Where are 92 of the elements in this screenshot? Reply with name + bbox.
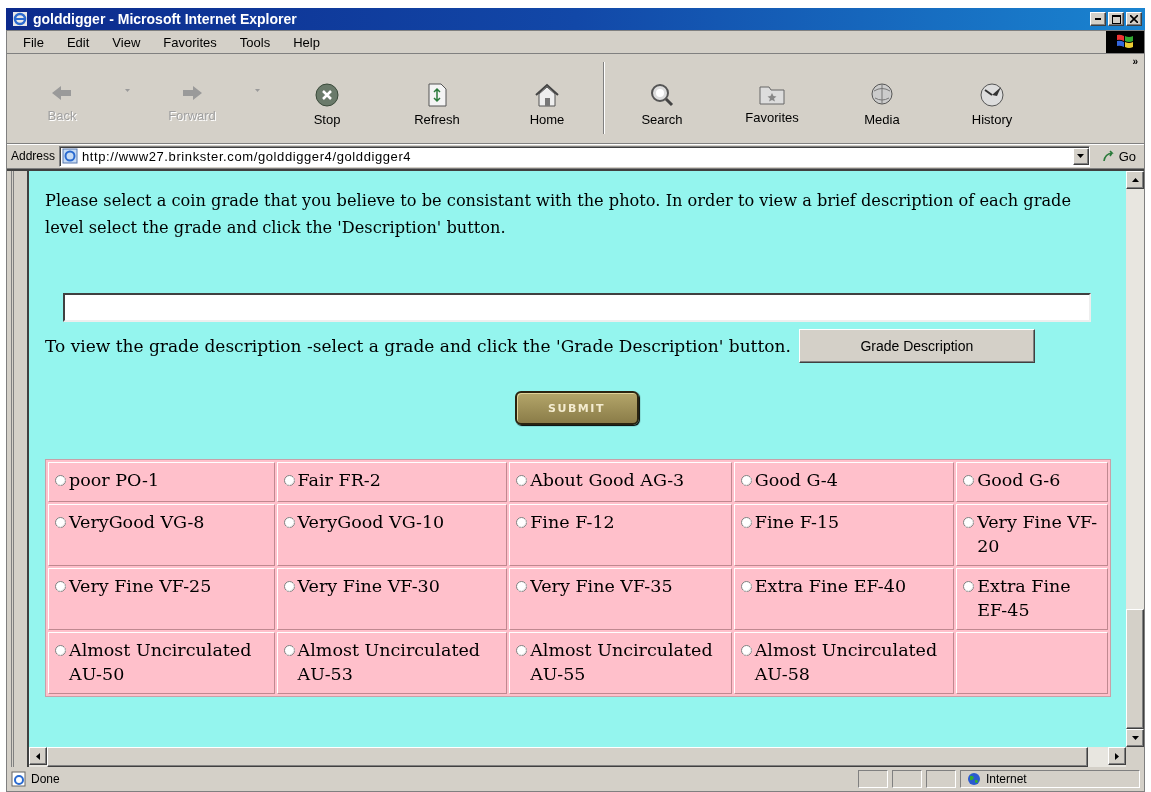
- grade-label: Fine F-15: [754, 511, 840, 534]
- address-label: Address: [11, 149, 56, 163]
- close-icon: [1130, 15, 1138, 23]
- grade-label: Almost Uncirculated AU-53: [297, 639, 481, 686]
- radio-button[interactable]: [963, 475, 975, 486]
- favorites-button[interactable]: Favorites: [717, 62, 827, 136]
- page-icon: [62, 148, 79, 164]
- grade-label: About Good AG-3: [530, 469, 685, 492]
- description-field[interactable]: [63, 293, 1091, 322]
- status-pane: [858, 770, 888, 788]
- grade-label: Almost Uncirculated AU-50: [69, 639, 253, 686]
- scrollbar-thumb[interactable]: [1126, 609, 1144, 729]
- maximize-icon: [1111, 14, 1121, 24]
- radio-button[interactable]: [963, 517, 975, 528]
- stop-button[interactable]: Stop: [272, 62, 382, 136]
- arrow-up-icon: [1131, 178, 1139, 182]
- grade-description-button[interactable]: Grade Description: [798, 329, 1035, 363]
- stop-icon: [314, 82, 340, 108]
- grade-label: Extra Fine EF-40: [754, 575, 906, 598]
- grade-label: Very Fine VF-20: [977, 511, 1099, 558]
- arrow-down-icon: [1131, 736, 1139, 740]
- horizontal-scrollbar[interactable]: [29, 747, 1126, 767]
- page-icon: [11, 771, 27, 787]
- clock-icon: [979, 82, 1005, 108]
- grade-label: Fine F-12: [530, 511, 615, 534]
- grade-label: Fair FR-2: [297, 469, 381, 492]
- window-title: golddigger - Microsoft Internet Explorer: [33, 11, 298, 27]
- menu-item[interactable]: Help: [285, 32, 331, 52]
- go-arrow-icon: [1101, 149, 1116, 163]
- menu-item[interactable]: Tools: [231, 32, 282, 52]
- search-icon: [649, 82, 675, 108]
- grade-label: Very Fine VF-25: [69, 575, 212, 598]
- grade-label: VeryGood VG-8: [69, 511, 205, 534]
- radio-button[interactable]: [740, 475, 752, 486]
- media-button[interactable]: Media: [827, 62, 937, 136]
- grade-label: Almost Uncirculated AU-58: [754, 639, 939, 686]
- minimize-button[interactable]: [1090, 12, 1106, 26]
- refresh-icon: [426, 82, 448, 108]
- ie-logo-icon: [12, 11, 28, 27]
- caret-icon: [1077, 154, 1085, 158]
- radio-button[interactable]: [55, 517, 66, 528]
- globe-icon: [967, 772, 981, 786]
- instructions-text: Please select a coin grade that you believe to be consistant with the photo. In order to view a brief description of each grade level select the grade and click the 'Description' button.: [45, 190, 1073, 239]
- radio-button[interactable]: [283, 475, 295, 486]
- radio-button[interactable]: [516, 645, 528, 656]
- radio-button[interactable]: [283, 581, 295, 592]
- status-text: Done: [31, 772, 60, 786]
- status-pane: [926, 770, 956, 788]
- minimize-icon: [1095, 18, 1101, 20]
- close-button[interactable]: [1126, 12, 1142, 26]
- go-button[interactable]: Go: [1097, 145, 1140, 167]
- home-icon: [534, 82, 560, 108]
- address-field[interactable]: http://www27.brinkster.com/golddigger4/golddigger4: [59, 145, 1090, 167]
- windows-logo-icon: [1115, 33, 1135, 51]
- zone-text: Internet: [986, 772, 1027, 786]
- menu-item[interactable]: Edit: [58, 32, 101, 52]
- grade-label: poor PO-1: [69, 469, 159, 492]
- status-pane: [892, 770, 922, 788]
- vertical-scrollbar[interactable]: [1126, 171, 1144, 767]
- refresh-button[interactable]: Refresh: [382, 62, 492, 136]
- radio-button[interactable]: [740, 517, 752, 528]
- search-button[interactable]: Search: [607, 62, 717, 136]
- radio-button[interactable]: [516, 475, 528, 486]
- maximize-button[interactable]: [1108, 12, 1124, 26]
- radio-button[interactable]: [963, 581, 975, 592]
- globe-icon: [869, 82, 895, 108]
- grade-label: Very Fine VF-35: [530, 575, 673, 598]
- radio-button[interactable]: [283, 517, 295, 528]
- radio-button[interactable]: [55, 475, 66, 486]
- radio-button[interactable]: [283, 645, 295, 656]
- radio-button[interactable]: [516, 581, 528, 592]
- dropdown-button[interactable]: [1072, 147, 1089, 165]
- menu-item[interactable]: Favorites: [155, 32, 228, 52]
- radio-button[interactable]: [55, 581, 66, 592]
- arrow-right-icon: [1115, 752, 1119, 760]
- home-button[interactable]: Home: [492, 62, 602, 136]
- more-chevron[interactable]: »: [1132, 56, 1138, 67]
- menu-item[interactable]: View: [104, 32, 152, 52]
- radio-button[interactable]: [516, 517, 528, 528]
- radio-button[interactable]: [740, 645, 752, 656]
- arrow-left-icon: [36, 752, 40, 760]
- grade-label: VeryGood VG-10: [297, 511, 445, 534]
- menu-item[interactable]: File: [15, 32, 55, 52]
- grade-label: Almost Uncirculated AU-55: [530, 639, 714, 686]
- grade-label: Good G-6: [977, 469, 1061, 492]
- grade-label: Extra Fine EF-45: [977, 575, 1072, 622]
- grade-label: Very Fine VF-30: [297, 575, 440, 598]
- radio-button[interactable]: [740, 581, 752, 592]
- radio-button[interactable]: [55, 645, 66, 656]
- history-button[interactable]: History: [937, 62, 1047, 136]
- grade-label: Good G-4: [754, 469, 838, 492]
- hint-text: To view the grade description -select a grade and click the 'Grade Description' button.: [45, 336, 791, 356]
